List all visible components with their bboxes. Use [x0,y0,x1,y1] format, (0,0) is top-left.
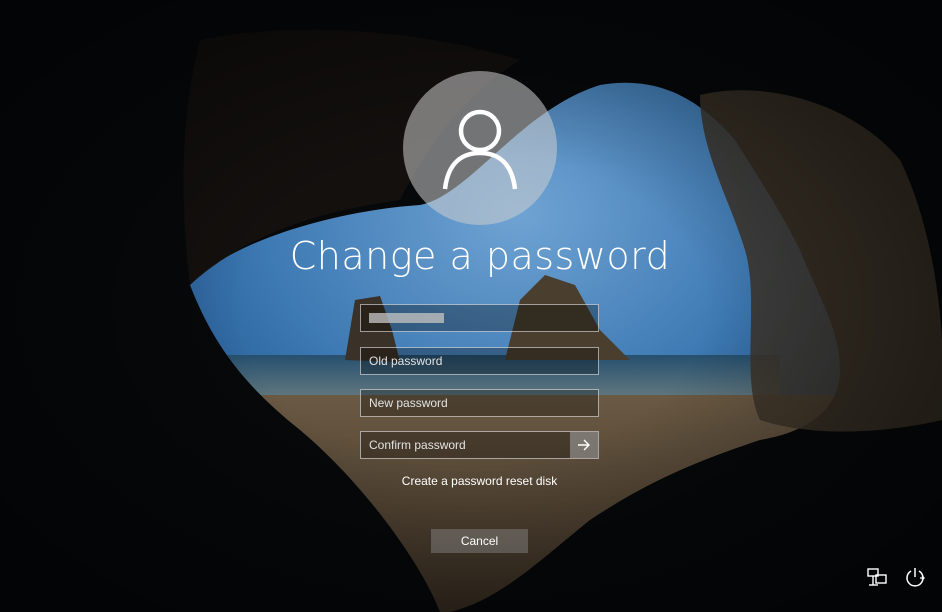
power-icon [906,568,925,587]
network-icon [867,568,887,586]
cancel-button[interactable]: Cancel [431,529,528,553]
new-password-field[interactable]: New password [360,389,599,417]
create-reset-disk-link[interactable]: Create a password reset disk [360,474,599,488]
arrow-right-icon [578,439,590,451]
old-password-field[interactable]: Old password [360,347,599,375]
user-icon [442,109,518,190]
username-field[interactable] [360,304,599,332]
confirm-password-field[interactable]: Confirm password [360,431,599,459]
network-button[interactable] [864,565,890,591]
user-avatar [403,71,557,225]
page-title: Change a password [289,234,671,278]
power-button[interactable] [902,565,928,591]
username-redacted [369,313,444,323]
old-password-placeholder: Old password [369,354,443,368]
lock-screen: Change a password Old password New passw… [0,0,942,612]
submit-button[interactable] [570,432,598,458]
confirm-password-placeholder: Confirm password [369,438,466,452]
new-password-placeholder: New password [369,396,448,410]
